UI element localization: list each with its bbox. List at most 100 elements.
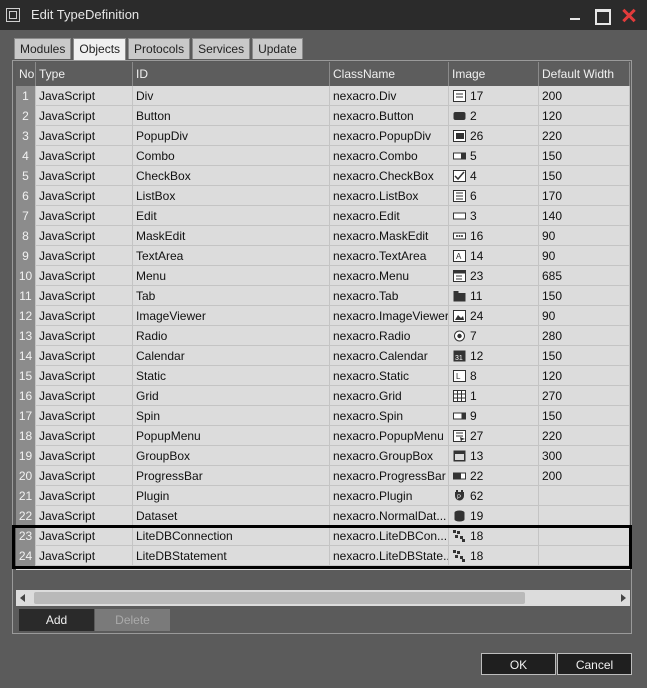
cell-id[interactable]: Static xyxy=(133,366,330,386)
cell-image[interactable]: 9 xyxy=(449,406,539,426)
cell-classname[interactable]: nexacro.PopupDiv xyxy=(330,126,449,146)
cell-default-width[interactable] xyxy=(539,526,630,546)
table-row[interactable]: 14 JavaScript Calendar nexacro.Calendar 31 12… xyxy=(16,346,630,366)
table-row[interactable]: 3 JavaScript PopupDiv nexacro.PopupDiv 26 220… xyxy=(16,126,630,146)
cell-default-width[interactable]: 220 xyxy=(539,426,630,446)
table-row[interactable]: 7JavaScriptEditnexacro.Edit314020 xyxy=(16,206,630,226)
table-row[interactable]: 12 JavaScript ImageViewer nexacro.ImageView… xyxy=(16,306,630,326)
cell-image[interactable]: 18 xyxy=(449,546,539,566)
cell-id[interactable]: ListBox xyxy=(133,186,330,206)
row-number[interactable]: 18 xyxy=(16,426,36,446)
cell-classname[interactable]: nexacro.Plugin xyxy=(330,486,449,506)
cell-id[interactable]: CheckBox xyxy=(133,166,330,186)
cell-classname[interactable]: nexacro.ImageViewer xyxy=(330,306,449,326)
cell-type[interactable]: JavaScript xyxy=(36,306,133,326)
table-row[interactable]: 16JavaScriptGridnexacro.Grid127018 xyxy=(16,386,630,406)
row-number[interactable]: 11 xyxy=(16,286,36,306)
cell-type[interactable]: JavaScript xyxy=(36,406,133,426)
cell-image[interactable]: 26 xyxy=(449,126,539,146)
cell-image[interactable]: 19 xyxy=(449,506,539,526)
row-number[interactable]: 6 xyxy=(16,186,36,206)
cell-image[interactable]: 11 xyxy=(449,286,539,306)
header-default-width[interactable]: Default Width xyxy=(539,62,630,86)
header-type[interactable]: Type xyxy=(36,62,133,86)
row-number[interactable]: 17 xyxy=(16,406,36,426)
cell-image[interactable]: 7 xyxy=(449,326,539,346)
table-row[interactable]: 19 JavaScript GroupBox nexacro.GroupBox 13 30… xyxy=(16,446,630,466)
cell-type[interactable]: JavaScript xyxy=(36,86,133,106)
cell-type[interactable]: JavaScript xyxy=(36,466,133,486)
cell-default-width[interactable]: 200 xyxy=(539,86,630,106)
row-number[interactable]: 2 xyxy=(16,106,36,126)
cell-id[interactable]: LiteDBStatement xyxy=(133,546,330,566)
row-number[interactable]: 22 xyxy=(16,506,36,526)
table-row[interactable]: 24 JavaScript LiteDBStatement nexacro.LiteD… xyxy=(16,546,630,566)
row-number[interactable]: 3 xyxy=(16,126,36,146)
tab-objects[interactable]: Objects xyxy=(73,38,127,60)
cell-id[interactable]: LiteDBConnection xyxy=(133,526,330,546)
cell-image[interactable]: 6 xyxy=(449,186,539,206)
table-row[interactable]: 10JavaScriptMenunexacro.Menu2368525 xyxy=(16,266,630,286)
cell-classname[interactable]: nexacro.LiteDBState... xyxy=(330,546,449,566)
cell-classname[interactable]: nexacro.Combo xyxy=(330,146,449,166)
cell-classname[interactable]: nexacro.Radio xyxy=(330,326,449,346)
table-row[interactable]: 4JavaScriptCombonexacro.Combo515020 xyxy=(16,146,630,166)
cell-type[interactable]: JavaScript xyxy=(36,146,133,166)
cell-image[interactable]: 31 12 xyxy=(449,346,539,366)
cell-image[interactable]: 18 xyxy=(449,526,539,546)
cell-type[interactable]: JavaScript xyxy=(36,326,133,346)
cell-image[interactable]: 4 xyxy=(449,166,539,186)
tab-protocols[interactable]: Protocols xyxy=(128,38,191,59)
table-row[interactable]: 15JavaScriptStaticnexacro.StaticL812060 xyxy=(16,366,630,386)
cell-id[interactable]: Spin xyxy=(133,406,330,426)
cell-default-width[interactable]: 90 xyxy=(539,306,630,326)
cell-id[interactable]: MaskEdit xyxy=(133,226,330,246)
cell-id[interactable]: GroupBox xyxy=(133,446,330,466)
cell-type[interactable]: JavaScript xyxy=(36,506,133,526)
horizontal-scrollbar[interactable] xyxy=(16,590,630,606)
cell-id[interactable]: Calendar xyxy=(133,346,330,366)
cell-classname[interactable]: nexacro.ListBox xyxy=(330,186,449,206)
cell-classname[interactable]: nexacro.Grid xyxy=(330,386,449,406)
row-number[interactable]: 19 xyxy=(16,446,36,466)
cell-type[interactable]: JavaScript xyxy=(36,166,133,186)
cell-image[interactable]: 23 xyxy=(449,266,539,286)
cell-classname[interactable]: nexacro.NormalDat... xyxy=(330,506,449,526)
row-number[interactable]: 13 xyxy=(16,326,36,346)
table-row[interactable]: 11JavaScriptTabnexacro.Tab1115010 xyxy=(16,286,630,306)
cell-image[interactable]: 3 xyxy=(449,206,539,226)
cell-default-width[interactable]: 140 xyxy=(539,206,630,226)
row-number[interactable]: 20 xyxy=(16,466,36,486)
cell-classname[interactable]: nexacro.Button xyxy=(330,106,449,126)
cell-image[interactable]: 13 xyxy=(449,446,539,466)
cell-image[interactable]: 22 xyxy=(449,466,539,486)
cell-classname[interactable]: nexacro.Div xyxy=(330,86,449,106)
cell-id[interactable]: Menu xyxy=(133,266,330,286)
tab-services[interactable]: Services xyxy=(192,38,251,59)
cell-id[interactable]: Edit xyxy=(133,206,330,226)
table-row[interactable]: 5JavaScriptCheckBoxnexacro.CheckBox41502… xyxy=(16,166,630,186)
cell-classname[interactable]: nexacro.Menu xyxy=(330,266,449,286)
table-row[interactable]: 22 JavaScript Dataset nexacro.NormalDat... 1… xyxy=(16,506,630,526)
cell-classname[interactable]: nexacro.Static xyxy=(330,366,449,386)
cell-type[interactable]: JavaScript xyxy=(36,366,133,386)
row-number[interactable]: 15 xyxy=(16,366,36,386)
cell-type[interactable]: JavaScript xyxy=(36,546,133,566)
cell-image[interactable]: 27 xyxy=(449,426,539,446)
table-row[interactable]: 1JavaScriptDivnexacro.Div1720015 xyxy=(16,86,630,106)
cell-type[interactable]: JavaScript xyxy=(36,246,133,266)
cell-classname[interactable]: nexacro.Tab xyxy=(330,286,449,306)
cell-default-width[interactable]: 220 xyxy=(539,126,630,146)
cell-type[interactable]: JavaScript xyxy=(36,286,133,306)
cell-default-width[interactable]: 685 xyxy=(539,266,630,286)
cell-image[interactable]: 16 xyxy=(449,226,539,246)
cell-image[interactable]: L8 xyxy=(449,366,539,386)
table-row[interactable]: 13JavaScriptRadionexacro.Radio728050 xyxy=(16,326,630,346)
cell-type[interactable]: JavaScript xyxy=(36,206,133,226)
cell-classname[interactable]: nexacro.GroupBox xyxy=(330,446,449,466)
header-id[interactable]: ID xyxy=(133,62,330,86)
cell-image[interactable]: A 14 xyxy=(449,246,539,266)
cell-type[interactable]: JavaScript xyxy=(36,186,133,206)
minimize-icon[interactable] xyxy=(562,5,588,25)
table-row[interactable]: 17JavaScriptSpinnexacro.Spin915020 xyxy=(16,406,630,426)
